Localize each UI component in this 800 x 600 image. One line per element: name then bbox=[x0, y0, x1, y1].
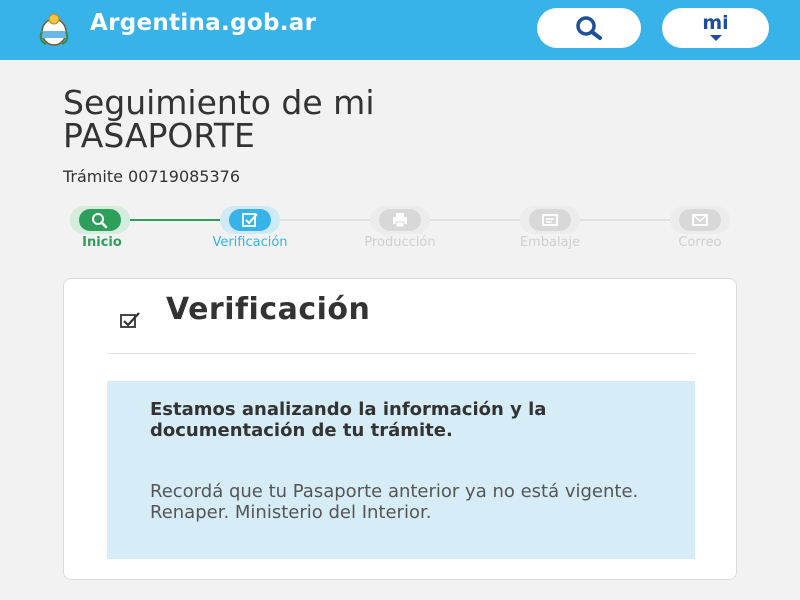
step-label-inicio: Inicio bbox=[82, 235, 122, 250]
chevron-down-icon bbox=[710, 35, 722, 41]
step-embalaje[interactable] bbox=[520, 206, 580, 234]
stepper-line-4 bbox=[580, 219, 670, 221]
step-label-correo: Correo bbox=[678, 235, 722, 250]
step-inicio[interactable] bbox=[70, 206, 130, 234]
progress-stepper: Inicio Verificación Producción Embalaje … bbox=[0, 200, 800, 260]
envelope-icon bbox=[692, 214, 708, 226]
checkbox-icon bbox=[242, 213, 258, 227]
stepper-line-2 bbox=[280, 219, 370, 221]
search-icon bbox=[92, 213, 108, 229]
package-icon bbox=[542, 214, 558, 226]
step-label-verificacion: Verificación bbox=[212, 235, 288, 250]
step-correo[interactable] bbox=[670, 206, 730, 234]
checkbox-icon bbox=[120, 312, 140, 328]
brand-name[interactable]: Argentina.gob.ar bbox=[90, 10, 316, 36]
argentina-emblem-icon[interactable] bbox=[34, 10, 74, 50]
search-button[interactable] bbox=[537, 8, 641, 48]
info-box: Estamos analizando la información y la d… bbox=[107, 381, 695, 559]
status-card: Verificación Estamos analizando la infor… bbox=[63, 278, 737, 580]
mi-label: mi bbox=[702, 12, 729, 34]
card-title: Verificación bbox=[166, 292, 371, 327]
stepper-line-1 bbox=[130, 219, 220, 221]
page-title-line2: PASAPORTE bbox=[63, 116, 255, 155]
info-text: Recordá que tu Pasaporte anterior ya no … bbox=[150, 481, 639, 523]
tramite-number: Trámite 00719085376 bbox=[63, 167, 241, 186]
step-label-embalaje: Embalaje bbox=[519, 235, 581, 250]
divider bbox=[107, 353, 695, 354]
mi-argentina-button[interactable]: mi bbox=[662, 8, 769, 48]
printer-icon bbox=[393, 213, 407, 228]
step-label-produccion: Producción bbox=[364, 235, 436, 250]
stepper-line-3 bbox=[430, 219, 520, 221]
step-verificacion[interactable] bbox=[220, 206, 280, 234]
page-title-line1: Seguimiento de mi bbox=[63, 83, 375, 122]
step-produccion[interactable] bbox=[370, 206, 430, 234]
top-bar: Argentina.gob.ar mi bbox=[0, 0, 800, 60]
search-icon bbox=[576, 16, 602, 40]
info-strong-text: Estamos analizando la información y la d… bbox=[150, 399, 547, 441]
page-title: Seguimiento de mi PASAPORTE bbox=[63, 86, 663, 152]
